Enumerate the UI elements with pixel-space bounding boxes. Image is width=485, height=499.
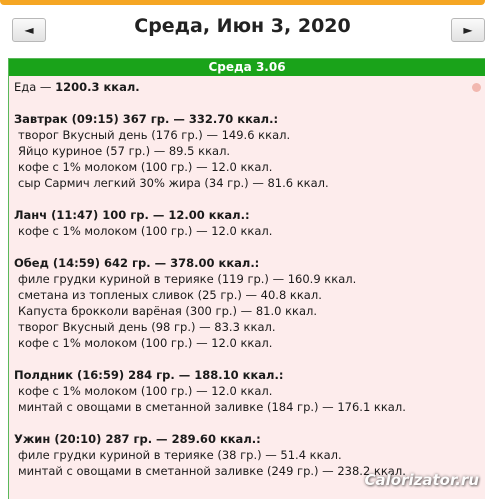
meal-block: Ланч (11:47) 100 гр. — 12.00 ккал.: кофе … [14, 207, 485, 239]
meal-item: Капуста брокколи варёная (300 гр.) — 81.… [18, 304, 318, 318]
meal-block: Полдник (16:59) 284 гр. — 188.10 ккал.: к… [14, 367, 485, 415]
meal-item: кофе с 1% молоком (100 гр.) — 12.0 ккал. [18, 384, 273, 398]
meal-block: Обед (14:59) 642 гр. — 378.00 ккал.: филе… [14, 255, 485, 351]
meals-list: Завтрак (09:15) 367 гр. — 332.70 ккал.: т… [14, 111, 485, 479]
meal-header: Ланч (11:47) 100 гр. — 12.00 ккал.: [14, 208, 250, 222]
meal-block: Завтрак (09:15) 367 гр. — 332.70 ккал.: т… [14, 111, 485, 191]
watermark-logo: Calorizator.ru [364, 471, 479, 489]
arrow-right-icon: ► [463, 23, 473, 37]
day-total-label: Еда — [14, 80, 56, 94]
meal-item: минтай с овощами в сметанной заливке (18… [18, 400, 406, 414]
day-panel: Среда 3.06 Еда — 1200.3 ккал. Завтрак (0… [8, 58, 485, 499]
meal-item: творог Вкусный день (176 гр.) — 149.6 кк… [18, 128, 291, 142]
meal-header: Ужин (20:10) 287 гр. — 289.60 ккал.: [14, 432, 261, 446]
meal-item: филе грудки куриной в терияке (38 гр.) —… [18, 448, 342, 462]
top-accent-strip [0, 0, 485, 5]
meal-item: филе грудки куриной в терияке (119 гр.) … [18, 272, 357, 286]
day-content: Еда — 1200.3 ккал. Завтрак (09:15) 367 г… [9, 76, 485, 479]
apple-icon [472, 83, 481, 92]
meal-item: кофе с 1% молоком (100 гр.) — 12.0 ккал. [18, 224, 273, 238]
meal-item: сыр Сармич легкий 30% жира (34 гр.) — 81… [18, 176, 329, 190]
meal-item: кофе с 1% молоком (100 гр.) — 12.0 ккал. [18, 336, 273, 350]
meal-item: сметана из топленых сливок (25 гр.) — 40… [18, 288, 322, 302]
day-total: Еда — 1200.3 ккал. [14, 79, 485, 95]
next-day-button[interactable]: ► [451, 18, 485, 42]
day-bar: Среда 3.06 [9, 59, 485, 76]
meal-item: творог Вкусный день (98 гр.) — 83.3 ккал… [18, 320, 276, 334]
meal-item: кофе с 1% молоком (100 гр.) — 12.0 ккал. [18, 160, 273, 174]
arrow-left-icon: ◄ [24, 23, 34, 37]
date-navigation-header: ◄ Среда, Июн 3, 2020 ► [0, 8, 485, 52]
previous-day-button[interactable]: ◄ [12, 18, 46, 42]
meal-header: Обед (14:59) 642 гр. — 378.00 ккал.: [14, 256, 260, 270]
meal-item: Яйцо куриное (57 гр.) — 89.5 ккал. [18, 144, 231, 158]
meal-header: Полдник (16:59) 284 гр. — 188.10 ккал.: [14, 368, 284, 382]
day-total-value: 1200.3 ккал. [55, 80, 140, 94]
meal-header: Завтрак (09:15) 367 гр. — 332.70 ккал.: [14, 112, 279, 126]
date-title: Среда, Июн 3, 2020 [134, 15, 351, 37]
